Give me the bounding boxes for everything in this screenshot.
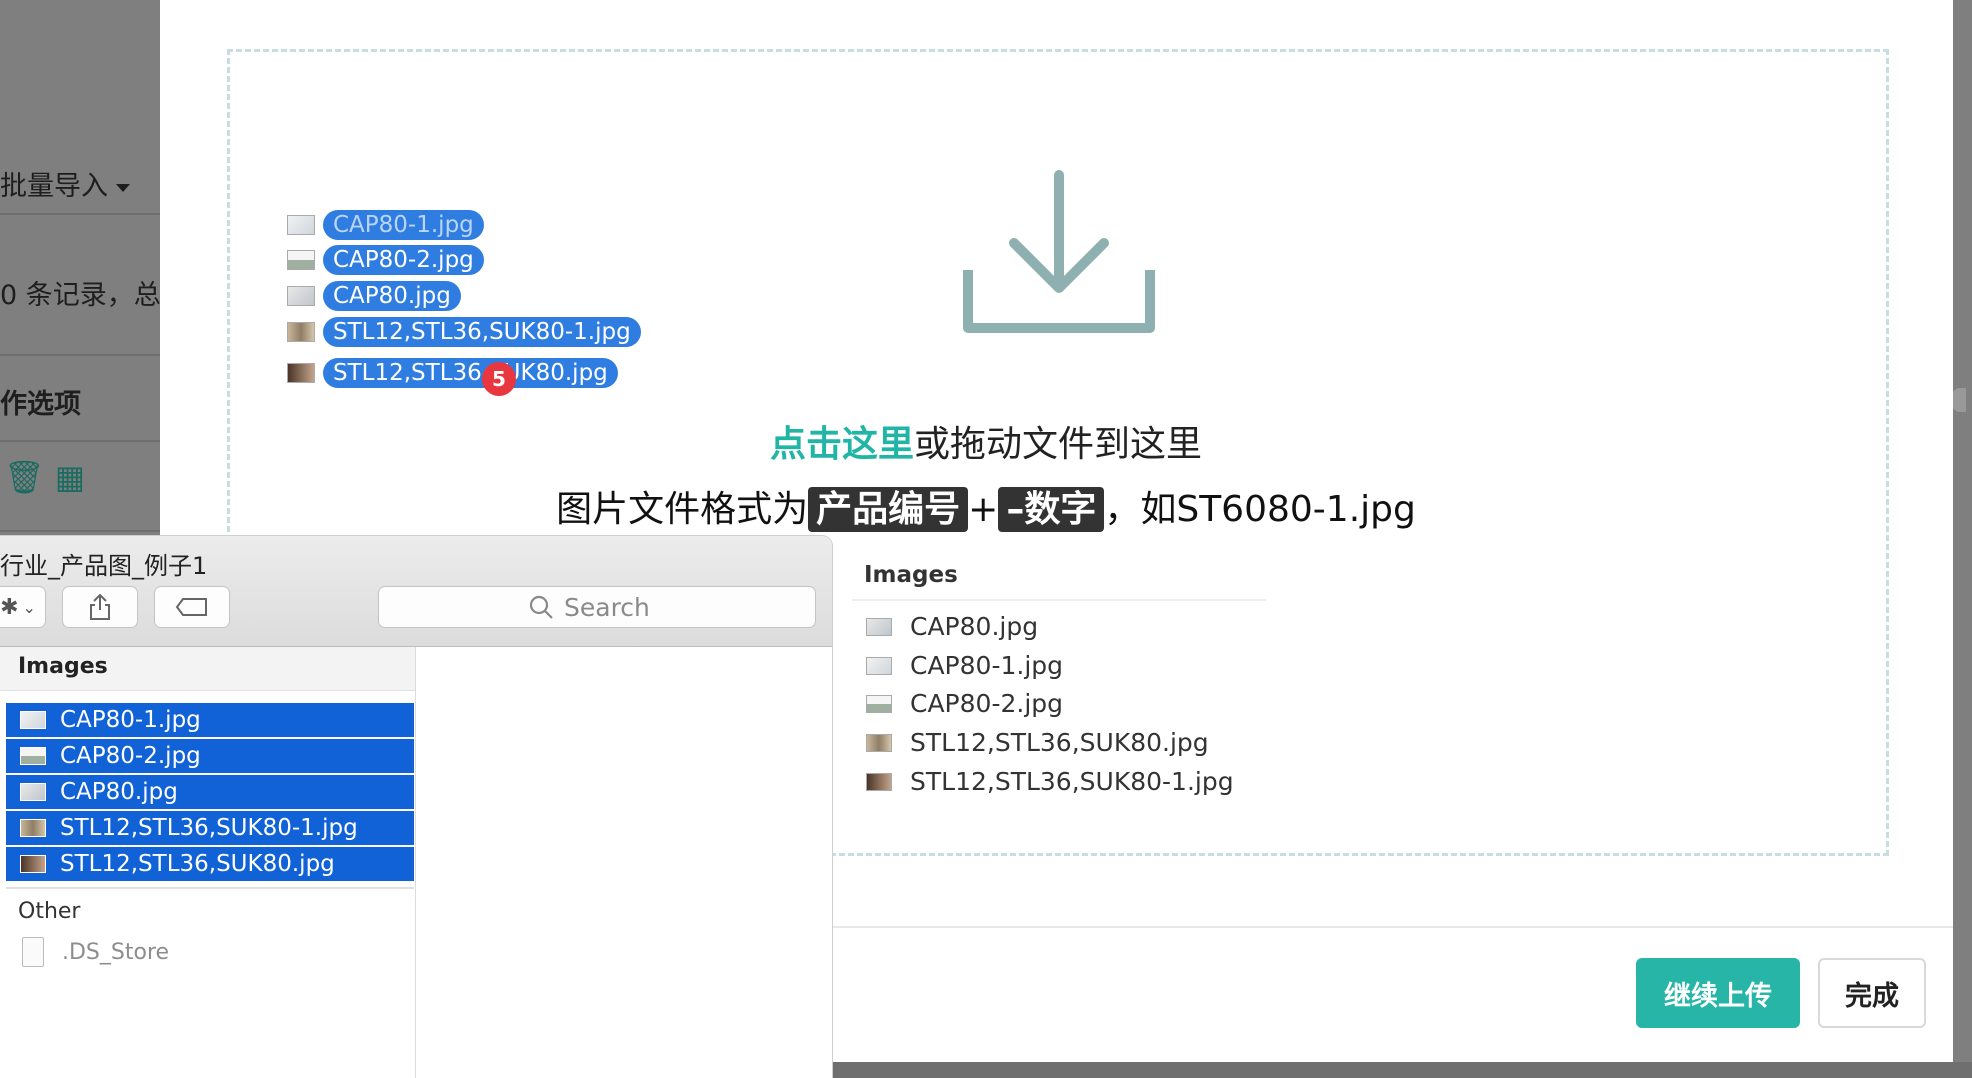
click-here-link[interactable]: 点击这里 (770, 424, 914, 465)
file-name: STL12,STL36,SUK80.jpg (60, 851, 335, 877)
format-hint: 图片文件格式为 产品编号 + –数字 ，如ST6080-1.jpg (0, 480, 1972, 532)
share-icon (90, 593, 110, 620)
drag-preview-list: Images CAP80.jpg CAP80-1.jpg CAP80-2.jpg… (852, 556, 1266, 816)
document-icon (22, 937, 44, 967)
file-row-selected[interactable]: CAP80.jpg (6, 775, 414, 809)
drag-hint-text: 或拖动文件到这里 (914, 424, 1203, 465)
image-thumbnail-icon (20, 711, 46, 729)
drag-item: STL12,STL36,SUK80.jpg (287, 358, 618, 388)
continue-upload-button[interactable]: 继续上传 (1636, 958, 1800, 1028)
list-item: CAP80.jpg (866, 612, 1038, 641)
list-item: STL12,STL36,SUK80.jpg (866, 728, 1209, 757)
search-icon (529, 595, 553, 619)
drag-chip: STL12,STL36,SUK80-1.jpg (323, 317, 641, 347)
caret-down-icon (116, 183, 130, 192)
file-name: STL12,STL36,SUK80-1.jpg (60, 815, 358, 841)
image-thumbnail-icon (866, 772, 892, 791)
scroll-indicator (1952, 388, 1966, 412)
search-field[interactable] (378, 586, 816, 628)
tag-product-code: 产品编号 (808, 487, 969, 532)
file-name: STL12,STL36,SUK80.jpg (910, 728, 1209, 757)
drag-chip: STL12,STL36,SUK80.jpg (323, 358, 618, 388)
image-thumbnail-icon (287, 363, 315, 383)
bulk-import-dropdown[interactable]: 批量导入 (0, 164, 130, 203)
drag-chip: CAP80.jpg (323, 281, 461, 311)
drag-chip: CAP80-2.jpg (323, 245, 484, 275)
file-row-selected[interactable]: STL12,STL36,SUK80.jpg (6, 847, 414, 881)
list-item: STL12,STL36,SUK80-1.jpg (866, 767, 1234, 796)
file-name: CAP80.jpg (60, 779, 178, 805)
file-name: CAP80-2.jpg (910, 689, 1064, 718)
tags-button[interactable] (154, 586, 230, 628)
divider (6, 887, 414, 889)
image-thumbnail-icon (287, 215, 315, 235)
drag-item: CAP80-1.jpg (287, 210, 484, 240)
action-menu-button[interactable]: ✱ ⌄ (0, 586, 46, 628)
drag-item: CAP80-2.jpg (287, 245, 484, 275)
chevron-down-icon: ⌄ (22, 597, 36, 617)
ghost-list-title: Images (864, 562, 958, 588)
image-thumbnail-icon (20, 819, 46, 837)
image-thumbnail-icon (20, 783, 46, 801)
image-thumbnail-icon (866, 733, 892, 752)
finder-toolbar: 行业_产品图_例子1 ✱ ⌄ (0, 536, 832, 647)
upload-hint: 点击这里或拖动文件到这里 (0, 415, 1972, 467)
file-row-selected[interactable]: STL12,STL36,SUK80-1.jpg (6, 811, 414, 845)
gear-icon: ✱ (0, 594, 19, 620)
records-summary: 0 条记录，总 (0, 280, 161, 311)
image-thumbnail-icon (20, 855, 46, 873)
image-thumbnail-icon (287, 322, 315, 342)
divider (0, 213, 170, 215)
tag-number: –数字 (998, 487, 1105, 532)
file-name: CAP80-2.jpg (60, 743, 201, 769)
finder-window-title: 行业_产品图_例子1 (0, 552, 208, 580)
list-item: CAP80-1.jpg (866, 651, 1063, 680)
file-row-selected[interactable]: CAP80-1.jpg (6, 703, 414, 737)
file-name: CAP80-1.jpg (60, 707, 201, 733)
file-name: .DS_Store (62, 939, 170, 965)
file-column: Images CAP80-1.jpg CAP80-2.jpg CAP80.jpg… (0, 647, 416, 1078)
image-thumbnail-icon (866, 656, 892, 675)
file-row-selected[interactable]: CAP80-2.jpg (6, 739, 414, 773)
drag-item: STL12,STL36,SUK80-1.jpg (287, 317, 641, 347)
images-group-label: Images (18, 654, 108, 679)
tag-icon (175, 598, 207, 616)
file-row[interactable]: .DS_Store (22, 937, 169, 967)
image-thumbnail-icon (287, 250, 315, 270)
share-button[interactable] (62, 586, 138, 628)
file-name: STL12,STL36,SUK80-1.jpg (910, 767, 1234, 796)
image-thumbnail-icon (20, 747, 46, 765)
list-item: CAP80-2.jpg (866, 689, 1063, 718)
bulk-import-label: 批量导入 (0, 171, 108, 202)
file-name: CAP80.jpg (910, 612, 1039, 641)
format-prefix: 图片文件格式为 (556, 489, 809, 530)
drag-count-badge: 5 (482, 362, 516, 396)
format-example: ，如ST6080-1.jpg (1104, 489, 1416, 530)
table-bottom-strip (830, 1062, 1972, 1078)
file-name: CAP80-1.jpg (910, 651, 1064, 680)
image-thumbnail-icon (866, 617, 892, 636)
drag-chip: CAP80-1.jpg (323, 210, 484, 240)
plus-sign: + (968, 489, 999, 530)
other-group-header: Other (18, 899, 81, 924)
search-input[interactable] (562, 591, 666, 623)
divider (0, 354, 170, 356)
finder-dialog: 行业_产品图_例子1 ✱⌄ Images CAP80-1.jpg CAP80-2… (0, 536, 832, 1078)
image-thumbnail-icon (866, 694, 892, 713)
divider (852, 599, 1266, 601)
download-icon (963, 170, 1155, 333)
image-thumbnail-icon (287, 286, 315, 306)
done-button[interactable]: 完成 (1818, 958, 1926, 1028)
drag-item: CAP80.jpg (287, 281, 461, 311)
images-group-header: Images (0, 647, 415, 691)
